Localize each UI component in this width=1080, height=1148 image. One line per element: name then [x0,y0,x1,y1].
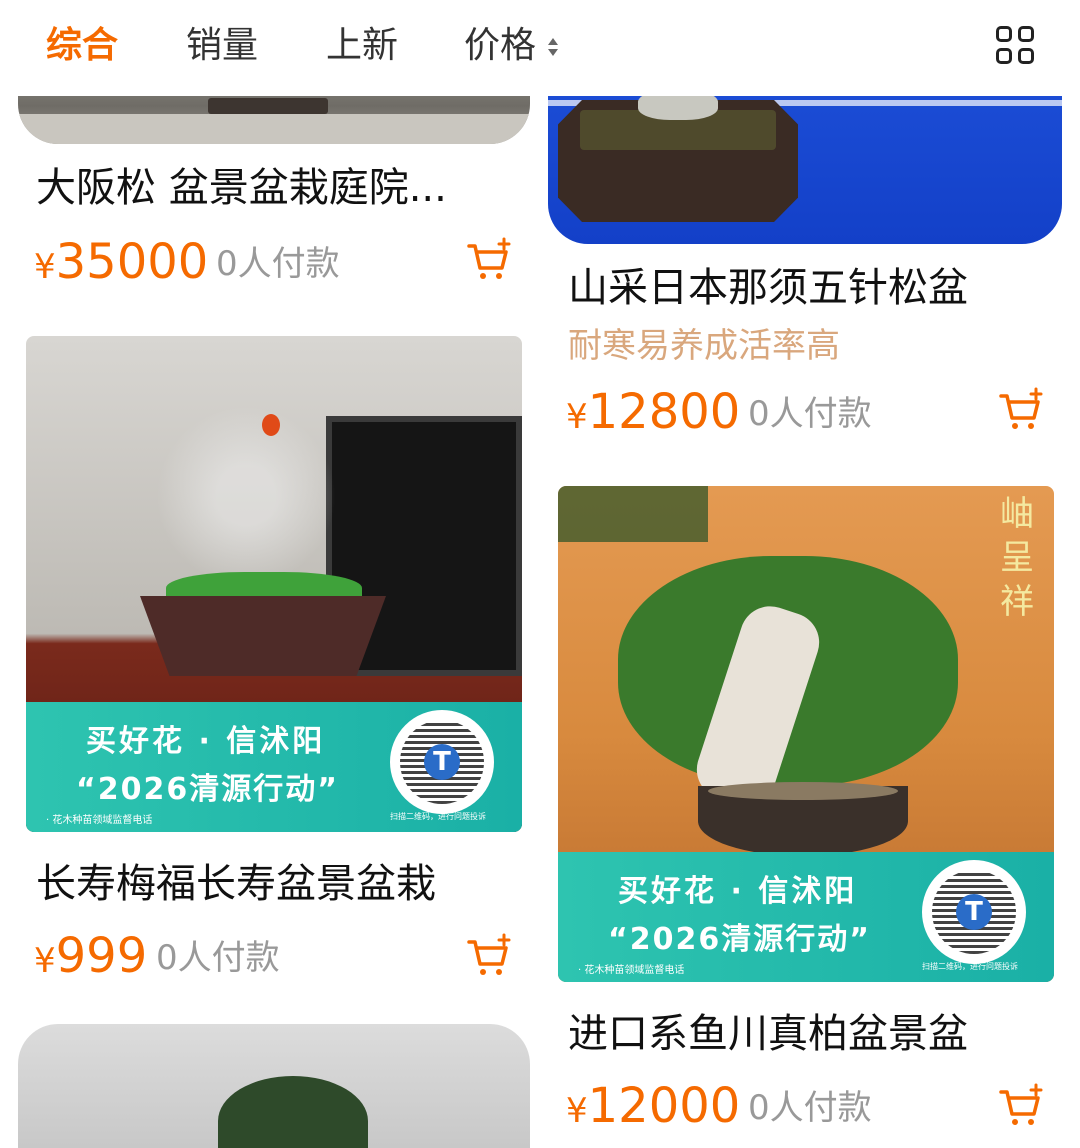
qr-code-icon: T [390,710,494,814]
add-to-cart-icon[interactable] [998,386,1046,434]
product-title-1[interactable]: 大阪松 盆景盆栽庭院... [36,160,447,216]
product-title-3[interactable]: 长寿梅福长寿盆景盆栽 [36,856,436,912]
paid-count-3: 0人付款 [156,938,280,978]
add-to-cart-icon[interactable] [466,236,514,284]
sort-bar: 综合 销量 上新 价格 [0,0,1080,96]
paid-count-1: 0人付款 [216,244,340,284]
product-price-3: ¥999 [34,926,147,991]
sort-arrows-icon[interactable] [546,36,560,58]
product-price-1: ¥35000 [34,232,208,297]
price-value: 12800 [587,384,741,440]
banner-line-2: “2026清源行动” [76,772,339,807]
tab-comprehensive[interactable]: 综合 [46,22,118,70]
tab-new[interactable]: 上新 [326,22,398,70]
currency-symbol: ¥ [34,941,56,981]
product-price-4: ¥12000 [566,1076,740,1141]
tab-sales[interactable]: 销量 [186,22,258,70]
product-price-2: ¥12800 [566,382,740,447]
calligraphy-text: 岫呈祥 [1000,494,1034,622]
tab-price[interactable]: 价格 [464,22,536,70]
currency-symbol: ¥ [566,397,588,437]
currency-symbol: ¥ [34,247,56,287]
currency-symbol: ¥ [566,1091,588,1131]
price-value: 35000 [55,234,209,290]
add-to-cart-icon[interactable] [466,932,514,980]
promo-banner: 买好花 · 信沭阳 “2026清源行动” · 花木种苗领域监督电话 扫描二维码，… [26,702,522,832]
promo-banner: 买好花 · 信沭阳 “2026清源行动” · 花木种苗领域监督电话 扫描二维码，… [558,852,1054,982]
banner-line-1: 买好花 · 信沭阳 [618,874,858,909]
banner-note: · 花木种苗领域监督电话 [46,815,153,826]
add-to-cart-icon[interactable] [998,1082,1046,1130]
product-title-2[interactable]: 山采日本那须五针松盆 [568,260,968,316]
qr-code-icon: T [922,860,1026,964]
banner-note: · 花木种苗领域监督电话 [578,965,685,976]
product-image-4[interactable]: 岫呈祥 买好花 · 信沭阳 “2026清源行动” · 花木种苗领域监督电话 扫描… [558,486,1054,982]
product-image-5[interactable] [18,1024,530,1148]
product-subtitle-2: 耐寒易养成活率高 [568,326,840,366]
paid-count-4: 0人付款 [748,1088,872,1128]
banner-line-1: 买好花 · 信沭阳 [86,724,326,759]
product-title-4[interactable]: 进口系鱼川真柏盆景盆 [568,1006,968,1062]
product-image-3[interactable]: 买好花 · 信沭阳 “2026清源行动” · 花木种苗领域监督电话 扫描二维码，… [26,336,522,832]
paid-count-2: 0人付款 [748,394,872,434]
grid-view-icon[interactable] [996,26,1036,66]
price-value: 999 [55,928,148,984]
banner-line-2: “2026清源行动” [608,922,871,957]
price-value: 12000 [587,1078,741,1134]
